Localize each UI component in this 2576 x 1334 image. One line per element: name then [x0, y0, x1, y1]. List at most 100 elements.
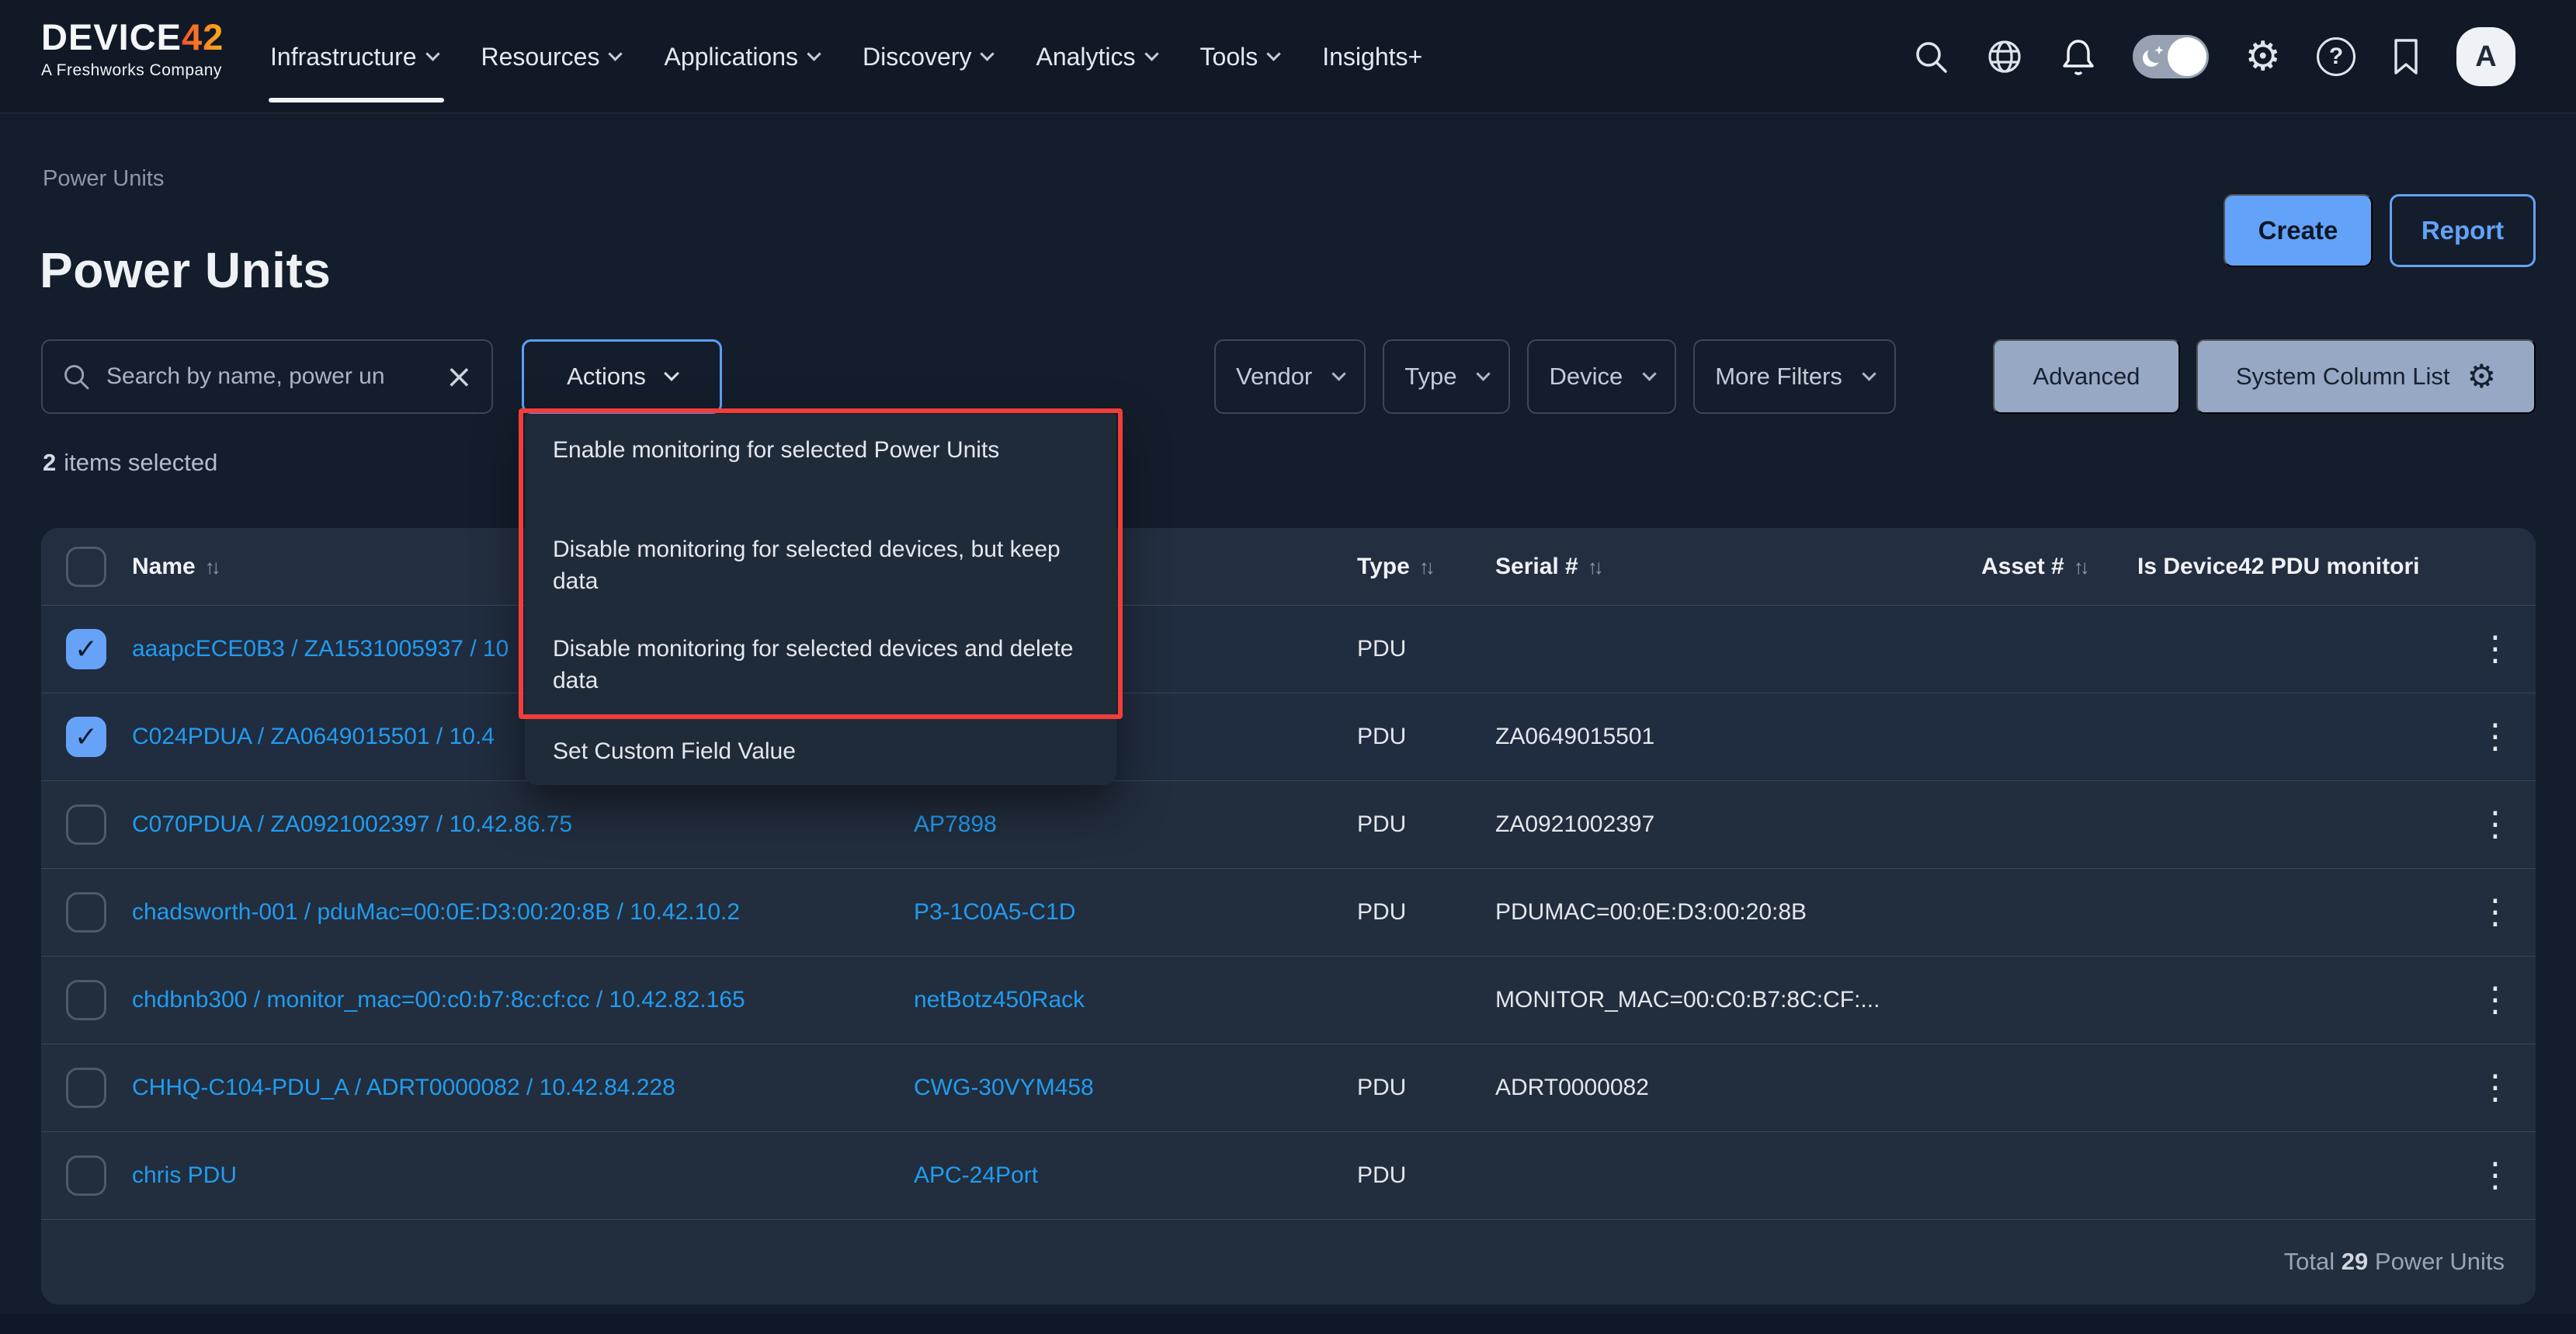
column-header-type[interactable]: Type↑↓: [1357, 554, 1432, 580]
row-checkbox[interactable]: [66, 804, 106, 845]
advanced-button[interactable]: Advanced: [1993, 339, 2180, 414]
filter-group: Vendor Type Device More Filters: [1214, 339, 1896, 414]
power-unit-name-link[interactable]: chdbnb300 / monitor_mac=00:c0:b7:8c:cf:c…: [132, 987, 745, 1013]
clear-search-icon[interactable]: ×: [446, 360, 473, 393]
nav-item-applications[interactable]: Applications: [664, 0, 819, 113]
power-unit-name-link[interactable]: C070PDUA / ZA0921002397 / 10.42.86.75: [132, 811, 572, 838]
gear-icon: ⚙: [2467, 360, 2496, 393]
row-checkbox[interactable]: [66, 1068, 106, 1108]
selection-number: 2: [43, 449, 56, 476]
column-header-asset[interactable]: Asset #↑↓: [1981, 554, 2086, 580]
nav-item-tools[interactable]: Tools: [1200, 0, 1279, 113]
chevron-down-icon: [1144, 47, 1158, 61]
column-header-name[interactable]: Name↑↓: [132, 554, 217, 580]
row-checkbox-checked[interactable]: [66, 629, 106, 669]
menu-item-disable-monitoring-delete-data[interactable]: Disable monitoring for selected devices …: [553, 633, 1093, 697]
sort-icon: ↑↓: [1419, 555, 1432, 578]
nav-item-discovery[interactable]: Discovery: [863, 0, 992, 113]
row-checkbox[interactable]: [66, 892, 106, 933]
globe-icon[interactable]: [1985, 37, 2024, 76]
filter-label: Vendor: [1236, 363, 1312, 391]
row-checkbox-checked[interactable]: [66, 717, 106, 757]
main-menu: Infrastructure Resources Applications Disco…: [270, 0, 1422, 113]
nav-item-insights-[interactable]: Insights+: [1322, 0, 1422, 113]
search-icon[interactable]: [1912, 38, 1949, 75]
chevron-down-icon: [425, 47, 439, 61]
table-row: chadsworth-001 / pduMac=00:0E:D3:00:20:8…: [41, 869, 2536, 957]
table-row: C024PDUA / ZA0649015501 / 10.4PDUZA06490…: [41, 693, 2536, 781]
chevron-down-icon: [609, 47, 623, 61]
row-kebab-menu-icon[interactable]: ⋮: [2478, 897, 2512, 928]
system-column-list-button[interactable]: System Column List ⚙: [2196, 339, 2536, 414]
row-kebab-menu-icon[interactable]: ⋮: [2478, 1160, 2512, 1191]
row-checkbox[interactable]: [66, 1155, 106, 1196]
filter-type[interactable]: Type: [1383, 339, 1510, 414]
page-title: Power Units: [40, 241, 331, 299]
type-value: PDU: [1357, 724, 1406, 750]
column-header-serial[interactable]: Serial #↑↓: [1495, 554, 1600, 580]
table-body: aaapcECE0B3 / ZA1531005937 / 10 PDU ⋮ C024P…: [41, 606, 2536, 1220]
serial-value: ADRT0000082: [1495, 1075, 1649, 1101]
create-button[interactable]: Create: [2224, 194, 2373, 267]
selection-count: 2 items selected: [43, 449, 217, 477]
power-unit-name-link[interactable]: chris PDU: [132, 1162, 237, 1189]
nav-item-analytics[interactable]: Analytics: [1036, 0, 1156, 113]
row-kebab-menu-icon[interactable]: ⋮: [2478, 634, 2512, 665]
menu-item-disable-monitoring-keep-data[interactable]: Disable monitoring for selected devices,…: [553, 533, 1093, 598]
filter-label: More Filters: [1715, 363, 1842, 391]
system-column-list-label: System Column List: [2236, 363, 2450, 391]
bookmark-icon[interactable]: [2391, 37, 2421, 76]
row-kebab-menu-icon[interactable]: ⋮: [2478, 721, 2512, 752]
menu-item-set-custom-field-value[interactable]: Set Custom Field Value: [553, 735, 1093, 767]
type-value: PDU: [1357, 636, 1406, 662]
sort-icon: ↑↓: [205, 555, 217, 578]
nav-item-label: Tools: [1200, 43, 1258, 71]
hardware-model-link[interactable]: APC-24Port: [914, 1162, 1038, 1189]
chevron-down-icon: [981, 47, 995, 61]
filter-device[interactable]: Device: [1527, 339, 1676, 414]
hardware-model-link[interactable]: AP7898: [914, 811, 997, 838]
row-kebab-menu-icon[interactable]: ⋮: [2478, 985, 2512, 1016]
search-box: ×: [41, 339, 493, 414]
table-header-row: Name↑↓ Hardware Model↑↓ Type↑↓ Serial #↑…: [41, 528, 2536, 606]
sort-icon: ↑↓: [2074, 555, 2086, 578]
avatar[interactable]: A: [2456, 27, 2515, 86]
selection-text: items selected: [64, 449, 217, 476]
bell-icon[interactable]: [2060, 36, 2097, 77]
report-button[interactable]: Report: [2390, 194, 2536, 267]
device42-logo[interactable]: DEVICE42 A Freshworks Company: [41, 19, 224, 80]
nav-item-label: Discovery: [863, 43, 971, 71]
menu-item-enable-monitoring[interactable]: Enable monitoring for selected Power Uni…: [553, 434, 1093, 466]
power-unit-name-link[interactable]: CHHQ-C104-PDU_A / ADRT0000082 / 10.42.84…: [132, 1075, 675, 1101]
filter-more-filters[interactable]: More Filters: [1693, 339, 1896, 414]
nav-item-resources[interactable]: Resources: [481, 0, 621, 113]
row-kebab-menu-icon[interactable]: ⋮: [2478, 809, 2512, 840]
filter-vendor[interactable]: Vendor: [1214, 339, 1366, 414]
table-row: C070PDUA / ZA0921002397 / 10.42.86.75 AP7…: [41, 781, 2536, 869]
row-kebab-menu-icon[interactable]: ⋮: [2478, 1072, 2512, 1103]
gear-icon[interactable]: ⚙: [2244, 36, 2281, 77]
chevron-down-icon: [1643, 367, 1657, 380]
nav-item-infrastructure[interactable]: Infrastructure: [270, 0, 438, 113]
select-all-checkbox[interactable]: [66, 547, 106, 587]
nav-item-label: Infrastructure: [270, 43, 417, 71]
search-input[interactable]: [105, 363, 432, 391]
chevron-down-icon: [1332, 367, 1346, 380]
table-row: chdbnb300 / monitor_mac=00:c0:b7:8c:cf:c…: [41, 957, 2536, 1044]
filter-label: Type: [1404, 363, 1456, 391]
hardware-model-link[interactable]: CWG-30VYM458: [914, 1075, 1094, 1101]
sort-icon: ↑↓: [1588, 555, 1600, 578]
hardware-model-link[interactable]: netBotz450Rack: [914, 987, 1085, 1013]
logo-tagline: A Freshworks Company: [41, 61, 224, 80]
power-unit-name-link[interactable]: C024PDUA / ZA0649015501 / 10.4: [132, 724, 495, 750]
nav-icon-group: ⚙ ? A: [1912, 0, 2515, 113]
row-checkbox[interactable]: [66, 980, 106, 1020]
actions-dropdown-button[interactable]: Actions: [522, 339, 722, 414]
serial-value: PDUMAC=00:0E:D3:00:20:8B: [1495, 899, 1807, 926]
power-unit-name-link[interactable]: aaapcECE0B3 / ZA1531005937 / 10: [132, 636, 509, 662]
hardware-model-link[interactable]: P3-1C0A5-C1D: [914, 899, 1075, 926]
power-units-page: DEVICE42 A Freshworks Company Infrastruc…: [0, 0, 2576, 1334]
theme-toggle[interactable]: [2133, 35, 2209, 78]
help-icon[interactable]: ?: [2317, 37, 2356, 76]
power-unit-name-link[interactable]: chadsworth-001 / pduMac=00:0E:D3:00:20:8…: [132, 899, 740, 926]
